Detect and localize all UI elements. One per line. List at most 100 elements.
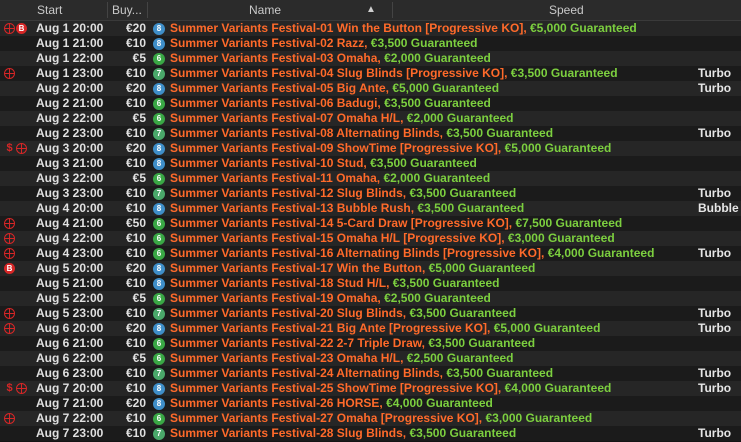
start-time: Aug 4 22:00 — [36, 231, 104, 245]
speed-label: Turbo — [698, 306, 732, 320]
column-header-start[interactable]: Start — [37, 0, 62, 20]
table-size-badge: 6 — [153, 98, 165, 110]
table-row[interactable]: Aug 4 21:00 €50 6 Summer Variants Festival-… — [0, 216, 741, 231]
table-row[interactable]: Aug 1 23:00 €10 7 Summer Variants Festival-… — [0, 66, 741, 81]
guarantee-amount: €5,000 Guaranteed — [504, 141, 612, 155]
table-row[interactable]: B Aug 5 20:00 €20 8 Summer Variants Festival… — [0, 261, 741, 276]
row-icons — [4, 203, 34, 215]
tournament-title: Summer Variants Festival-13 Bubble Rush, — [170, 201, 415, 215]
guarantee-amount: €5,000 Guaranteed — [530, 21, 637, 35]
row-icons — [4, 128, 34, 140]
table-row[interactable]: Aug 2 23:00 €10 7 Summer Variants Festival-… — [0, 126, 741, 141]
table-row[interactable]: Aug 4 22:00 €10 6 Summer Variants Festival-… — [0, 231, 741, 246]
table-size-badge: 8 — [153, 23, 165, 35]
tournament-name: Summer Variants Festival-20 Slug Blinds,… — [170, 306, 516, 321]
guarantee-amount: €3,500 Guaranteed — [409, 306, 517, 320]
buyin-amount: €5 — [132, 111, 146, 125]
guarantee-amount: €3,500 Guaranteed — [428, 336, 536, 350]
table-row[interactable]: Aug 2 20:00 €20 8 Summer Variants Festival-… — [0, 81, 741, 96]
column-divider[interactable] — [107, 2, 108, 18]
buyin-amount: €20 — [125, 261, 146, 275]
dollar-icon: $ — [6, 142, 13, 154]
row-icons — [4, 293, 34, 305]
table-size-badge: 6 — [153, 248, 165, 260]
table-row[interactable]: B Aug 1 20:00 €20 8 Summer Variants Festival… — [0, 21, 741, 36]
tournament-name: Summer Variants Festival-15 Omaha H/L [P… — [170, 231, 615, 246]
tournament-title: Summer Variants Festival-14 5-Card Draw … — [170, 216, 513, 230]
buyin-amount: €5 — [132, 171, 146, 185]
guarantee-amount: €5,000 Guaranteed — [392, 81, 500, 95]
table-row[interactable]: $ Aug 3 20:00 €20 8 Summer Variants Festival… — [0, 141, 741, 156]
tournament-title: Summer Variants Festival-21 Big Ante [Pr… — [170, 321, 491, 335]
table-row[interactable]: Aug 5 23:00 €10 7 Summer Variants Festival-… — [0, 306, 741, 321]
tournament-title: Summer Variants Festival-09 ShowTime [Pr… — [170, 141, 502, 155]
table-row[interactable]: Aug 1 21:00 €10 8 Summer Variants Festival-… — [0, 36, 741, 51]
tournament-name: Summer Variants Festival-24 Alternating … — [170, 366, 553, 381]
table-row[interactable]: Aug 7 21:00 €20 8 Summer Variants Festival-… — [0, 396, 741, 411]
table-row[interactable]: Aug 4 20:00 €10 8 Summer Variants Festival-… — [0, 201, 741, 216]
column-divider[interactable] — [147, 2, 148, 18]
guarantee-amount: €3,500 Guaranteed — [384, 96, 491, 110]
start-time: Aug 1 20:00 — [36, 21, 104, 35]
sort-ascending-icon[interactable]: ▲ — [366, 0, 376, 20]
table-row[interactable]: Aug 6 23:00 €10 7 Summer Variants Festival-… — [0, 366, 741, 381]
knockout-target-icon — [16, 383, 27, 394]
tournament-title: Summer Variants Festival-20 Slug Blinds, — [170, 306, 407, 320]
tournament-title: Summer Variants Festival-11 Omaha, — [170, 171, 381, 185]
column-divider[interactable] — [392, 2, 393, 18]
table-row[interactable]: Aug 3 22:00 €5 6 Summer Variants Festival-1… — [0, 171, 741, 186]
tournament-name: Summer Variants Festival-11 Omaha, €2,00… — [170, 171, 490, 186]
start-time: Aug 2 23:00 — [36, 126, 104, 140]
start-time: Aug 3 22:00 — [36, 171, 104, 185]
guarantee-amount: €3,500 Guaranteed — [409, 426, 517, 440]
tournament-title: Summer Variants Festival-28 Slug Blinds, — [170, 426, 407, 440]
table-size-badge: 8 — [153, 383, 165, 395]
table-size-badge: 8 — [153, 143, 165, 155]
guarantee-amount: €3,000 Guaranteed — [507, 231, 615, 245]
table-row[interactable]: Aug 5 21:00 €10 8 Summer Variants Festival-… — [0, 276, 741, 291]
knockout-target-icon — [4, 413, 15, 424]
tournament-list: B Aug 1 20:00 €20 8 Summer Variants Festival… — [0, 21, 741, 441]
buyin-amount: €10 — [125, 156, 146, 170]
guarantee-amount: €3,000 Guaranteed — [485, 411, 593, 425]
column-header-buyin[interactable]: Buy... — [112, 0, 142, 20]
table-row[interactable]: Aug 7 22:00 €10 6 Summer Variants Festival-… — [0, 411, 741, 426]
tournament-title: Summer Variants Festival-27 Omaha [Progr… — [170, 411, 483, 425]
speed-label: Turbo — [698, 66, 732, 80]
table-row[interactable]: Aug 6 20:00 €20 8 Summer Variants Festival-… — [0, 321, 741, 336]
row-icons — [4, 218, 34, 230]
buyin-amount: €20 — [125, 396, 146, 410]
buyin-amount: €10 — [125, 411, 146, 425]
start-time: Aug 6 21:00 — [36, 336, 104, 350]
table-size-badge: 6 — [153, 293, 165, 305]
table-row[interactable]: Aug 6 22:00 €5 6 Summer Variants Festival-2… — [0, 351, 741, 366]
tournament-name: Summer Variants Festival-06 Badugi, €3,5… — [170, 96, 491, 111]
table-row[interactable]: Aug 3 23:00 €10 7 Summer Variants Festival-… — [0, 186, 741, 201]
column-header-name[interactable]: Name — [249, 0, 281, 20]
buyin-amount: €20 — [125, 81, 146, 95]
table-row[interactable]: $ Aug 7 20:00 €10 8 Summer Variants Festival… — [0, 381, 741, 396]
table-row[interactable]: Aug 4 23:00 €10 6 Summer Variants Festival-… — [0, 246, 741, 261]
start-time: Aug 3 23:00 — [36, 186, 104, 200]
speed-label: Turbo — [698, 81, 732, 95]
column-header-speed[interactable]: Speed — [549, 0, 584, 20]
table-row[interactable]: Aug 2 22:00 €5 6 Summer Variants Festival-0… — [0, 111, 741, 126]
guarantee-amount: €4,000 Guaranteed — [504, 381, 612, 395]
guarantee-amount: €2,500 Guaranteed — [406, 351, 514, 365]
row-icons — [4, 113, 34, 125]
start-time: Aug 7 21:00 — [36, 396, 104, 410]
table-size-badge: 7 — [153, 68, 165, 80]
table-row[interactable]: Aug 1 22:00 €5 6 Summer Variants Festival-0… — [0, 51, 741, 66]
table-row[interactable]: Aug 3 21:00 €10 8 Summer Variants Festival-… — [0, 156, 741, 171]
table-row[interactable]: Aug 7 23:00 €10 7 Summer Variants Festival-… — [0, 426, 741, 441]
buyin-amount: €10 — [125, 306, 146, 320]
tournament-name: Summer Variants Festival-25 ShowTime [Pr… — [170, 381, 611, 396]
table-row[interactable]: Aug 6 21:00 €10 6 Summer Variants Festival-… — [0, 336, 741, 351]
row-icons — [4, 428, 34, 440]
table-row[interactable]: Aug 5 22:00 €5 6 Summer Variants Festival-1… — [0, 291, 741, 306]
tournament-name: Summer Variants Festival-27 Omaha [Progr… — [170, 411, 592, 426]
table-row[interactable]: Aug 2 21:00 €10 6 Summer Variants Festival-… — [0, 96, 741, 111]
row-icons — [4, 278, 34, 290]
row-icons: $ — [4, 383, 34, 395]
row-icons — [4, 53, 34, 65]
